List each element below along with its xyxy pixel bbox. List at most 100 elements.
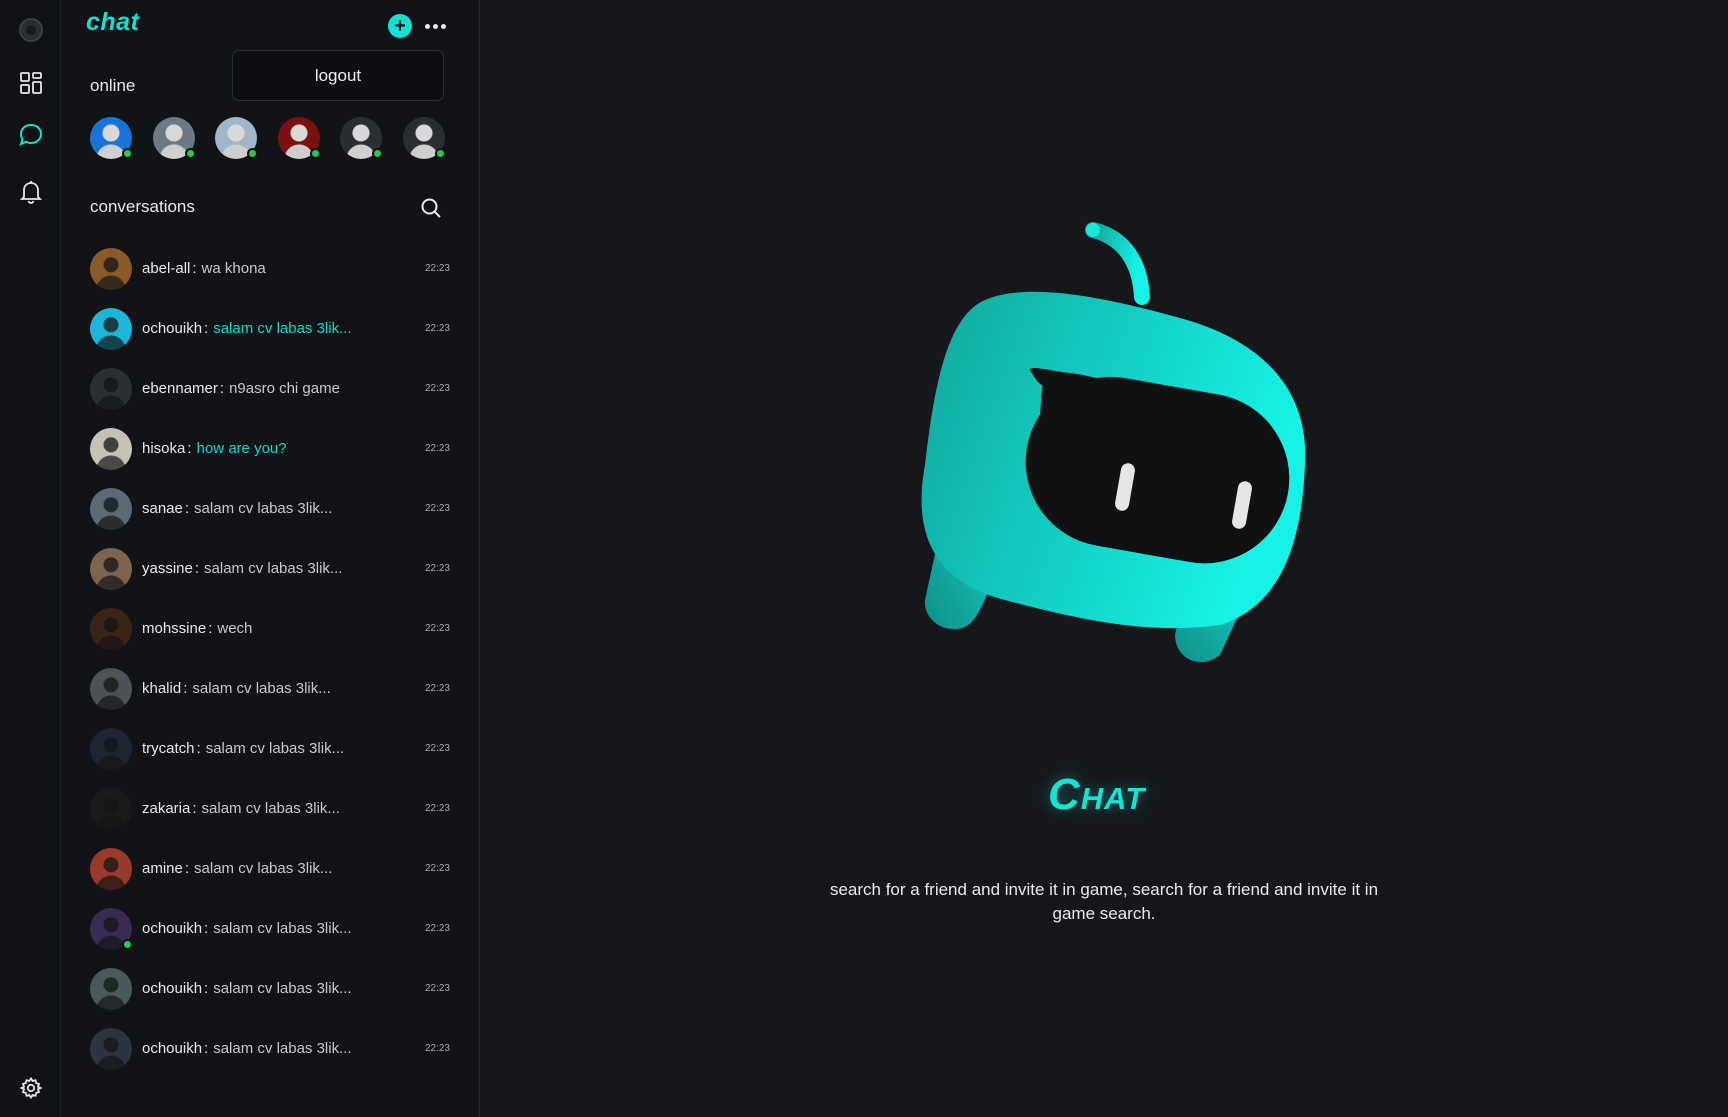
name-separator: : <box>204 980 209 997</box>
chat-sidebar: chat + logout online conversations abel-… <box>61 0 480 1117</box>
conversation-time: 22:23 <box>424 323 450 334</box>
avatar-image <box>90 1028 132 1070</box>
conversation-item[interactable]: khalid: salam cv labas 3lik... 22:23 <box>90 668 450 712</box>
conversation-last-message: salam cv labas 3lik... <box>213 320 352 337</box>
online-user-avatar[interactable] <box>152 117 196 159</box>
conversation-name: trycatch <box>142 740 195 757</box>
app-brand: chat <box>86 8 140 36</box>
chat-bubble-icon[interactable] <box>15 119 47 151</box>
name-separator: : <box>196 740 201 757</box>
conversation-item[interactable]: mohssine: wech 22:23 <box>90 608 450 652</box>
conversation-preview: mohssine: wech <box>142 620 252 637</box>
conversation-preview: ebennamer: n9asro chi game <box>142 380 340 397</box>
name-separator: : <box>219 380 225 397</box>
name-separator: : <box>194 560 200 577</box>
search-icon[interactable] <box>419 196 445 222</box>
conversation-name: ochouikh <box>142 320 203 337</box>
avatar <box>90 248 132 290</box>
conversation-preview: abel-all: wa khona <box>142 260 266 277</box>
conversation-item[interactable]: ochouikh: salam cv labas 3lik... 22:23 <box>90 1028 450 1072</box>
conversation-item[interactable]: ochouikh: salam cv labas 3lik... 22:23 <box>90 968 450 1012</box>
conversation-time: 22:23 <box>424 803 450 814</box>
conversation-item[interactable]: trycatch: salam cv labas 3lik... 22:23 <box>90 728 450 772</box>
conversation-last-message: salam cv labas 3lik... <box>194 500 333 517</box>
conversation-time: 22:23 <box>424 983 450 994</box>
conversation-item[interactable]: zakaria: salam cv labas 3lik... 22:23 <box>90 788 450 832</box>
online-status-dot <box>122 148 133 159</box>
online-user-avatar[interactable] <box>340 117 383 159</box>
avatar <box>90 848 132 890</box>
avatar <box>90 1028 132 1070</box>
conversation-name: ochouikh <box>142 1040 203 1057</box>
avatar <box>90 428 132 470</box>
conversation-time: 22:23 <box>424 443 450 454</box>
dashboard-icon[interactable] <box>15 67 47 99</box>
name-separator: : <box>204 1040 209 1057</box>
online-status-dot <box>309 148 321 159</box>
conversation-item[interactable]: yassine: salam cv labas 3lik... 22:23 <box>90 548 450 592</box>
avatar <box>90 968 132 1010</box>
conversation-name: khalid <box>142 680 182 697</box>
online-user-avatar[interactable] <box>277 117 321 159</box>
avatar-image <box>90 548 132 590</box>
avatar-image <box>90 608 132 650</box>
conversation-time: 22:23 <box>424 743 450 754</box>
avatar <box>90 548 132 590</box>
conversation-time: 22:23 <box>424 383 450 394</box>
avatar <box>90 488 132 530</box>
conversation-last-message: wech <box>217 620 253 637</box>
name-separator: : <box>183 680 188 697</box>
robot-mascot-illustration <box>921 222 1306 663</box>
more-dots-icon[interactable] <box>421 14 449 38</box>
conversation-last-message: salam cv labas 3lik... <box>194 860 333 877</box>
name-separator: : <box>184 500 190 517</box>
conversation-name: amine <box>142 860 183 877</box>
conversation-item[interactable]: ochouikh: salam cv labas 3lik... 22:23 <box>90 908 450 952</box>
online-user-avatar[interactable] <box>90 117 133 159</box>
avatar <box>90 908 133 950</box>
conversation-last-message: wa khona <box>201 260 266 277</box>
avatar-image <box>90 728 132 770</box>
conversation-name: ochouikh <box>142 980 203 997</box>
bell-icon[interactable] <box>15 176 47 208</box>
conversation-last-message: salam cv labas 3lik... <box>213 1040 352 1057</box>
avatar-image <box>90 428 132 470</box>
online-heading: online <box>90 76 136 95</box>
online-user-avatar[interactable] <box>215 117 258 159</box>
conversation-last-message: salam cv labas 3lik... <box>213 980 352 997</box>
logout-button[interactable]: logout <box>232 50 444 101</box>
conversation-item[interactable]: amine: salam cv labas 3lik... 22:23 <box>90 848 450 892</box>
conversation-item[interactable]: hisoka: how are you? 22:23 <box>90 428 450 472</box>
conversation-preview: trycatch: salam cv labas 3lik... <box>142 740 344 757</box>
name-separator: : <box>184 860 190 877</box>
new-chat-button[interactable]: + <box>388 14 412 38</box>
conversation-name: abel-all <box>142 260 191 277</box>
conversation-time: 22:23 <box>424 923 450 934</box>
online-status-dot <box>184 148 196 159</box>
conversation-time: 22:23 <box>424 863 450 874</box>
online-user-avatar[interactable] <box>402 117 446 159</box>
conversation-last-message: how are you? <box>196 440 287 457</box>
avatar <box>90 368 132 410</box>
conversation-item[interactable]: ebennamer: n9asro chi game 22:23 <box>90 368 450 412</box>
conversation-preview: hisoka: how are you? <box>142 440 287 457</box>
name-separator: : <box>192 800 197 817</box>
app-logo-icon[interactable] <box>15 14 47 46</box>
settings-gear-icon[interactable] <box>15 1072 47 1104</box>
conversation-last-message: salam cv labas 3lik... <box>204 560 343 577</box>
name-separator: : <box>192 260 197 277</box>
conversation-preview: khalid: salam cv labas 3lik... <box>142 680 331 697</box>
online-status-dot <box>434 148 446 159</box>
name-separator: : <box>204 320 209 337</box>
conversation-name: ochouikh <box>142 920 203 937</box>
conversation-item[interactable]: sanae: salam cv labas 3lik... 22:23 <box>90 488 450 532</box>
conversation-preview: ochouikh: salam cv labas 3lik... <box>142 1040 352 1057</box>
conversation-item[interactable]: ochouikh: salam cv labas 3lik... 22:23 <box>90 308 450 352</box>
online-status-dot <box>247 148 258 159</box>
avatar-image <box>90 368 132 410</box>
avatar-image <box>90 308 132 350</box>
conversation-time: 22:23 <box>424 503 450 514</box>
avatar-image <box>90 788 132 830</box>
plus-icon: + <box>394 15 406 37</box>
conversation-item[interactable]: abel-all: wa khona 22:23 <box>90 248 450 292</box>
